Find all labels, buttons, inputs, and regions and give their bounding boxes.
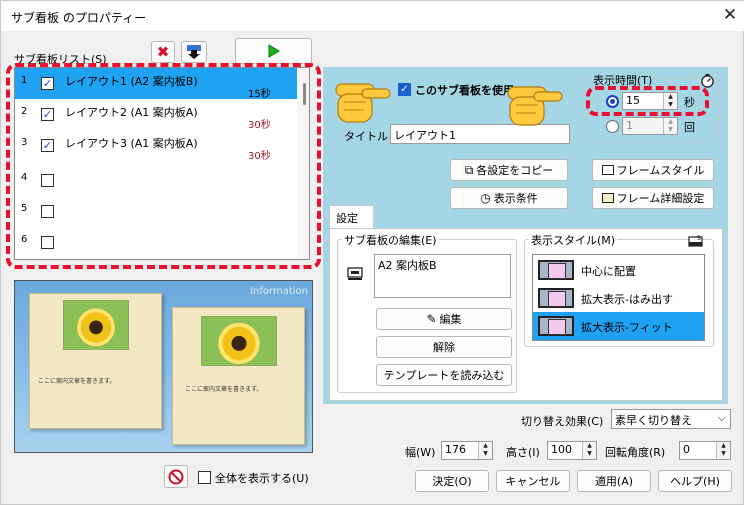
card-text: ここに案内文章を書きます。 [185, 386, 263, 393]
properties-window: サブ看板 のプロパティー ✕ サブ看板リスト(S) ✖ 1 ✓ レイアウト1 (… [0, 0, 744, 505]
frame-detail-label: フレーム詳細設定 [616, 192, 705, 205]
width-value: 176 [445, 443, 466, 456]
play-button[interactable] [235, 38, 312, 64]
card-text: ここに案内文章を書きます。 [38, 378, 116, 385]
count-unit: 回 [684, 121, 695, 134]
use-board-checkbox[interactable]: ✓ [398, 83, 411, 96]
width-spinner[interactable]: ▲ ▼ [478, 442, 492, 459]
preview-info-text: Information [250, 286, 308, 297]
board-field[interactable]: A2 案内板B [374, 254, 511, 298]
use-board-label: このサブ看板を使用 [415, 84, 514, 97]
pointing-hand-icon [335, 83, 391, 123]
frame-style-button[interactable]: フレームスタイル [592, 159, 714, 181]
help-label: ヘルプ(H) [670, 475, 720, 488]
apply-label: 適用(A) [594, 475, 634, 488]
copy-settings-button[interactable]: ⧉ 各設定をコピー [450, 159, 568, 181]
list-highlight [6, 63, 321, 269]
show-all-label: 全体を表示する(U) [215, 472, 309, 485]
pencil-icon: ✎ [426, 312, 437, 326]
edit-button[interactable]: ✎ 編集 [376, 308, 512, 330]
style-item[interactable]: 中心に配置 [533, 256, 704, 284]
tab-settings[interactable]: 設定 [329, 205, 374, 229]
no-entry-icon [168, 469, 184, 484]
count-radio[interactable] [606, 120, 619, 133]
center-style-icon [538, 260, 574, 280]
rotate-value: 0 [683, 443, 690, 456]
height-label: 高さ(I) [506, 446, 540, 459]
ok-label: 決定(O) [432, 475, 472, 488]
style-item[interactable]: 拡大表示-フィット [533, 312, 704, 340]
board-icon [347, 267, 363, 280]
copy-icon: ⧉ [464, 162, 474, 177]
play-icon [268, 44, 280, 58]
release-button-label: 解除 [433, 341, 455, 354]
switch-effect-select[interactable]: 素早く切り替え ⌵ [611, 409, 731, 429]
window-title: サブ看板 のプロパティー [11, 11, 147, 25]
height-value: 100 [551, 443, 572, 456]
style-item[interactable]: 拡大表示-はみ出す [533, 284, 704, 312]
height-spinner[interactable]: ▲ ▼ [582, 442, 596, 459]
delete-icon: ✖ [156, 43, 170, 61]
rotate-spinner[interactable]: ▲ ▼ [716, 442, 730, 459]
count-value: 1 [626, 119, 633, 132]
load-template-label: テンプレートを読み込む [383, 369, 505, 382]
title-bar: サブ看板 のプロパティー ✕ [1, 1, 744, 31]
edit-button-label: 編集 [439, 313, 462, 326]
copy-settings-label: 各設定をコピー [476, 164, 554, 177]
style-settings-icon[interactable]: S [688, 234, 704, 248]
style-label: 中心に配置 [581, 265, 636, 278]
import-button[interactable] [181, 41, 207, 63]
svg-text:S: S [697, 235, 701, 242]
help-button[interactable]: ヘルプ(H) [658, 470, 732, 492]
frame-style-label: フレームスタイル [616, 164, 705, 177]
reset-view-button[interactable] [164, 465, 188, 488]
tab-settings-label: 設定 [336, 212, 358, 225]
display-condition-label: 表示条件 [493, 192, 538, 205]
time-highlight [586, 86, 709, 116]
switch-effect-value: 素早く切り替え [615, 414, 692, 427]
preview-card-large: ここに案内文章を書きます。 [29, 293, 162, 429]
import-icon [187, 45, 201, 59]
apply-button[interactable]: 適用(A) [577, 470, 651, 492]
frame-icon [601, 165, 614, 175]
rotate-label: 回転角度(R) [605, 446, 666, 459]
style-group-label: 表示スタイル(M) [529, 232, 618, 248]
style-label: 拡大表示-はみ出す [581, 293, 673, 306]
pointing-hand-icon [507, 86, 563, 126]
preview-pane: Information ここに案内文章を書きます。 ここに案内文章を書きます。 [14, 280, 313, 453]
title-label: タイトル [344, 130, 388, 143]
release-button[interactable]: 解除 [376, 336, 512, 358]
preview-card-small: ここに案内文章を書きます。 [172, 307, 305, 445]
switch-effect-label: 切り替え効果(C) [521, 415, 604, 428]
close-icon[interactable]: ✕ [719, 4, 741, 26]
sunflower-image [63, 300, 129, 350]
delete-button[interactable]: ✖ [151, 41, 175, 63]
show-all-checkbox[interactable] [198, 471, 211, 484]
frame-detail-button[interactable]: フレーム詳細設定 [592, 187, 714, 209]
sunflower-image [201, 316, 277, 366]
style-list[interactable]: 中心に配置 拡大表示-はみ出す 拡大表示-フィット [532, 254, 705, 341]
edit-group-label: サブ看板の編集(E) [342, 232, 439, 248]
width-label: 幅(W) [405, 446, 436, 459]
overflow-style-icon [538, 288, 574, 308]
cancel-button[interactable]: キャンセル [496, 470, 570, 492]
frame-detail-icon [601, 193, 614, 203]
chevron-down-icon: ⌵ [717, 411, 726, 424]
cancel-label: キャンセル [505, 475, 561, 488]
clock-icon: ◷ [480, 191, 491, 205]
fit-style-icon [538, 316, 574, 336]
ok-button[interactable]: 決定(O) [415, 470, 489, 492]
display-condition-button[interactable]: ◷ 表示条件 [450, 187, 568, 209]
style-label: 拡大表示-フィット [581, 321, 673, 334]
load-template-button[interactable]: テンプレートを読み込む [376, 364, 512, 386]
count-spinner[interactable]: ▲ ▼ [663, 118, 677, 134]
